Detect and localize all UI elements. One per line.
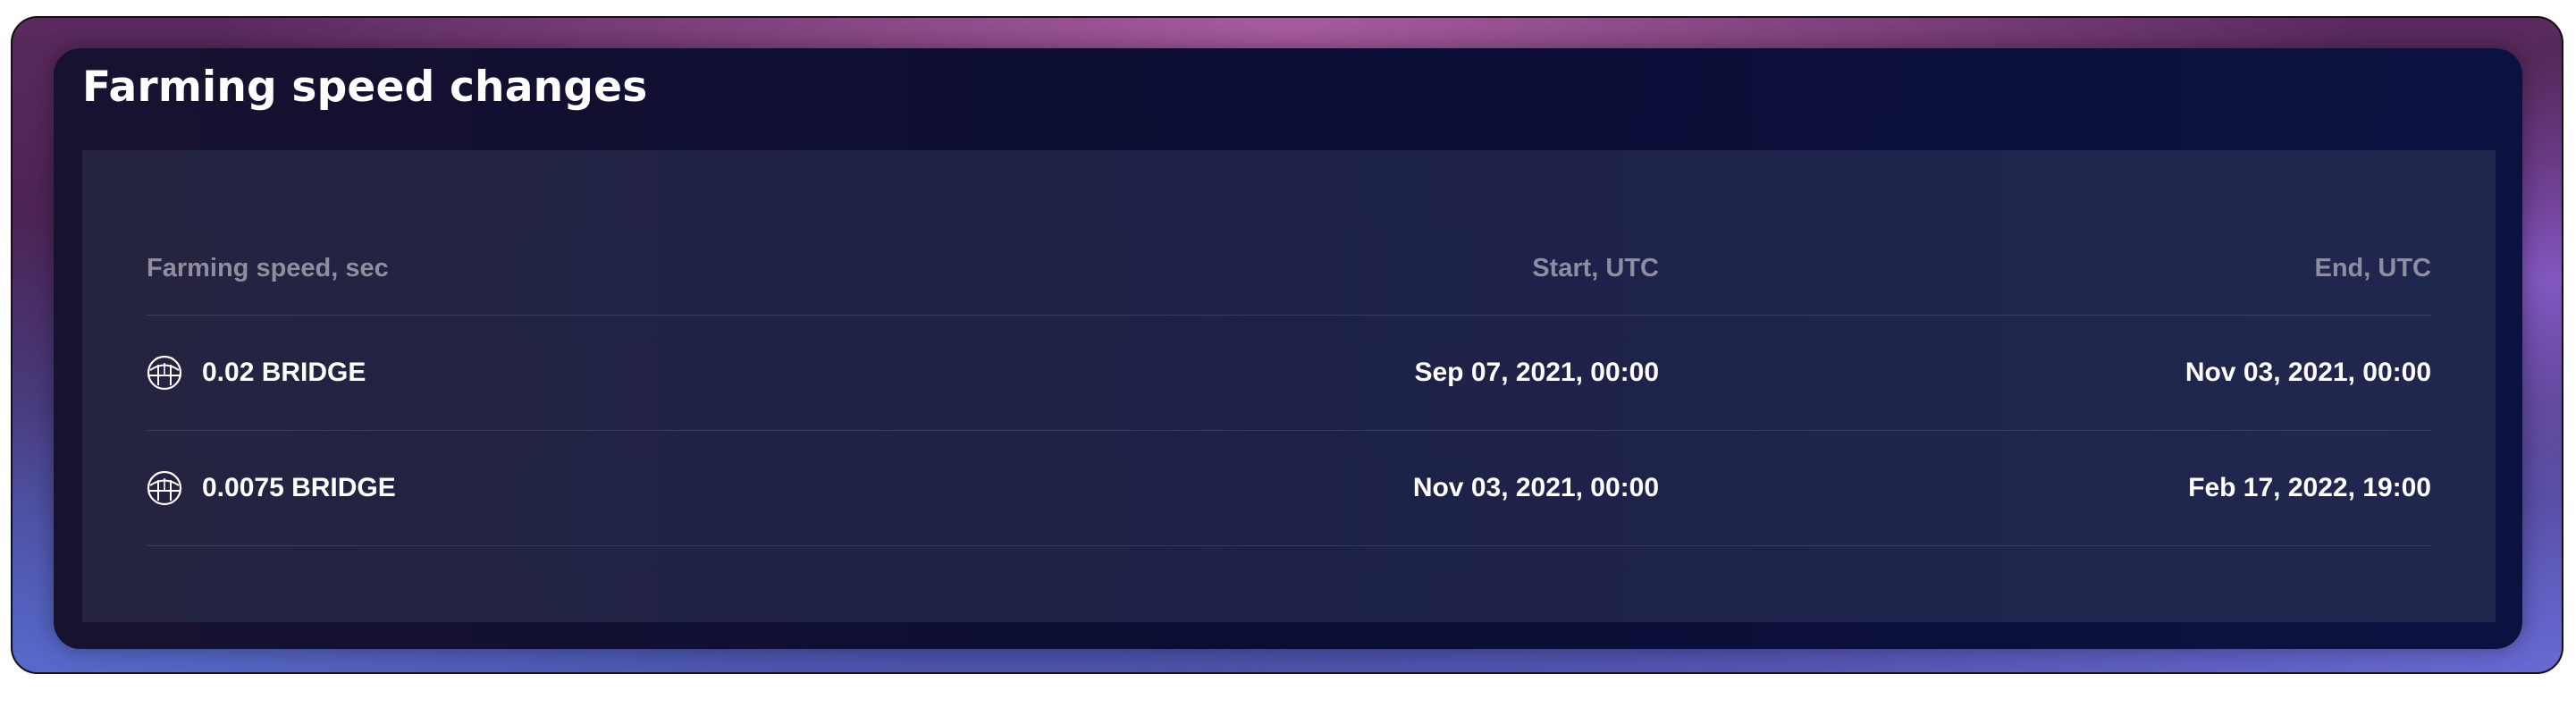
farming-speed-table: Farming speed, sec Start, UTC End, UTC 0… <box>147 222 2431 546</box>
start-date: Nov 03, 2021, 00:00 <box>1412 473 1659 502</box>
speed-cell: 0.02 BRIDGE <box>147 355 1219 391</box>
table-header-row: Farming speed, sec Start, UTC End, UTC <box>147 222 2431 316</box>
column-header-end: End, UTC <box>2314 253 2432 282</box>
speed-value: 0.0075 BRIDGE <box>202 473 396 502</box>
outer-frame: Farming speed changes Farming speed, sec… <box>11 16 2563 674</box>
start-date: Sep 07, 2021, 00:00 <box>1414 358 1659 387</box>
speed-value: 0.02 BRIDGE <box>202 358 366 387</box>
column-header-speed: Farming speed, sec <box>147 253 389 282</box>
end-date: Nov 03, 2021, 00:00 <box>2185 358 2431 387</box>
bridge-token-icon <box>147 470 182 506</box>
column-header-start: Start, UTC <box>1532 253 1659 282</box>
table-row: 0.0075 BRIDGE Nov 03, 2021, 00:00 Feb 17… <box>147 431 2431 546</box>
farming-speed-card: Farming speed changes Farming speed, sec… <box>54 48 2522 649</box>
table-panel: Farming speed, sec Start, UTC End, UTC 0… <box>82 150 2496 622</box>
bridge-token-icon <box>147 355 182 391</box>
table-row: 0.02 BRIDGE Sep 07, 2021, 00:00 Nov 03, … <box>147 316 2431 431</box>
speed-cell: 0.0075 BRIDGE <box>147 470 1219 506</box>
end-date: Feb 17, 2022, 19:00 <box>2188 473 2431 502</box>
card-title: Farming speed changes <box>82 63 648 112</box>
